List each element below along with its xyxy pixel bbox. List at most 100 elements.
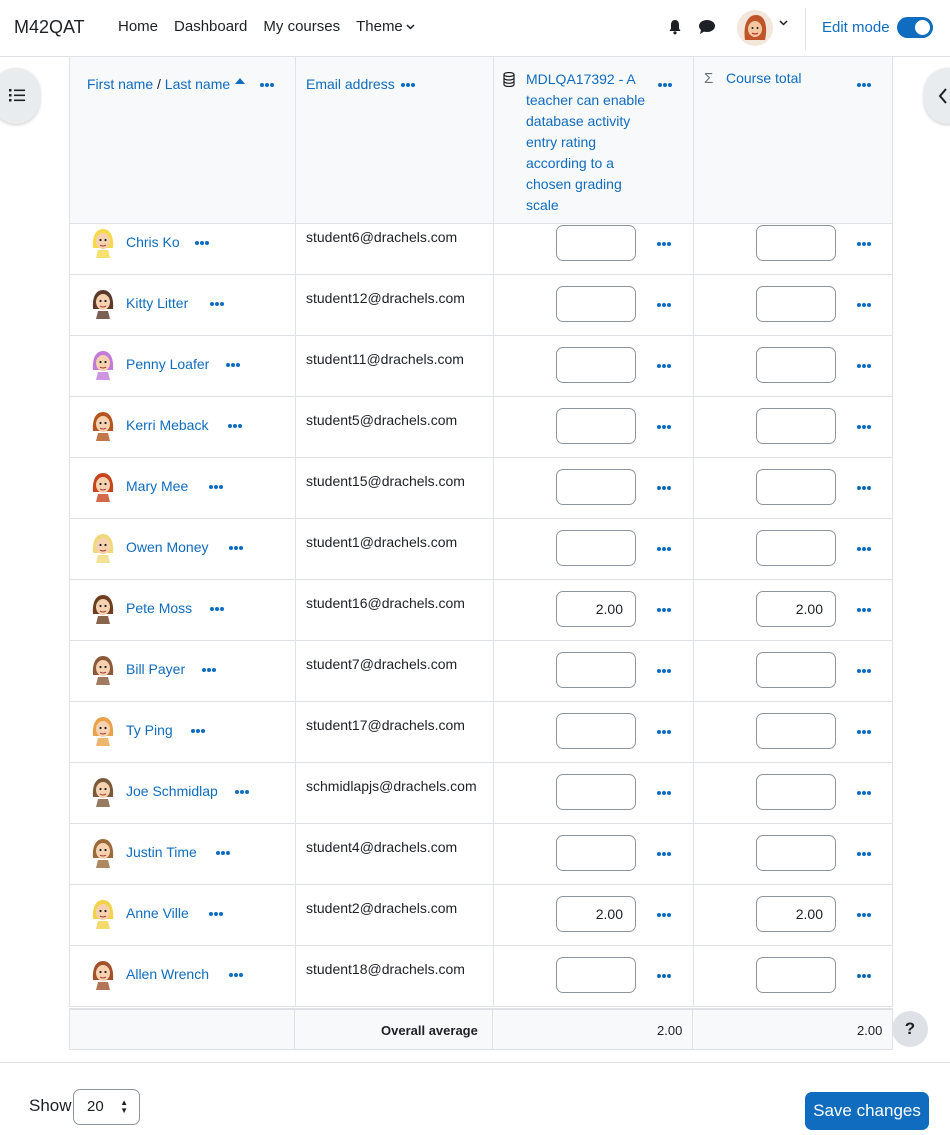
activity-grade-input[interactable] [556, 652, 636, 688]
course-total-actions-icon[interactable] [857, 791, 871, 795]
activity-grade-actions-icon[interactable] [657, 547, 671, 551]
activity-grade-input[interactable] [556, 469, 636, 505]
save-changes-button[interactable]: Save changes [805, 1092, 929, 1130]
student-actions-icon[interactable] [210, 302, 224, 306]
student-actions-icon[interactable] [210, 607, 224, 611]
course-total-grade-input[interactable] [756, 225, 836, 261]
student-actions-icon[interactable] [209, 485, 223, 489]
course-total-grade-input[interactable] [756, 957, 836, 993]
course-total-grade-input[interactable] [756, 774, 836, 810]
nav-my-courses[interactable]: My courses [263, 18, 340, 35]
course-total-grade-input[interactable] [756, 713, 836, 749]
course-total-actions-icon[interactable] [857, 547, 871, 551]
activity-grade-actions-icon[interactable] [657, 425, 671, 429]
activity-grade-input[interactable] [556, 408, 636, 444]
sort-first-name-link[interactable]: First name [87, 76, 153, 92]
course-total-actions-icon[interactable] [857, 608, 871, 612]
course-total-actions-icon[interactable] [857, 974, 871, 978]
name-column-actions-icon[interactable] [260, 83, 274, 87]
student-name-link[interactable]: Allen Wrench [126, 966, 209, 982]
student-name-link[interactable]: Anne Ville [126, 905, 189, 921]
course-total-grade-input[interactable] [756, 408, 836, 444]
edit-mode-toggle[interactable] [897, 17, 933, 38]
activity-grade-actions-icon[interactable] [657, 242, 671, 246]
course-total-actions-icon[interactable] [857, 913, 871, 917]
course-total-column-actions-icon[interactable] [857, 83, 871, 87]
activity-grade-actions-icon[interactable] [657, 974, 671, 978]
activity-grade-input[interactable] [556, 530, 636, 566]
activity-grade-input[interactable] [556, 835, 636, 871]
student-actions-icon[interactable] [229, 973, 243, 977]
course-total-actions-icon[interactable] [857, 669, 871, 673]
activity-grade-input[interactable] [556, 713, 636, 749]
student-name-link[interactable]: Ty Ping [126, 722, 173, 738]
activity-grade-input[interactable]: 2.00 [556, 591, 636, 627]
user-avatar[interactable] [737, 10, 773, 46]
activity-grade-actions-icon[interactable] [657, 669, 671, 673]
activity-grade-input[interactable] [556, 286, 636, 322]
activity-grade-input[interactable] [556, 347, 636, 383]
notifications-bell-icon[interactable] [667, 19, 683, 35]
course-total-grade-input[interactable]: 2.00 [756, 896, 836, 932]
course-index-drawer-toggle[interactable] [0, 68, 40, 124]
nav-theme-menu[interactable]: Theme [356, 18, 415, 35]
activity-grade-actions-icon[interactable] [657, 303, 671, 307]
per-page-select[interactable]: 20 ▲ ▼ [73, 1089, 140, 1125]
activity-grade-actions-icon[interactable] [657, 913, 671, 917]
student-actions-icon[interactable] [216, 851, 230, 855]
activity-grade-actions-icon[interactable] [657, 486, 671, 490]
activity-grade-actions-icon[interactable] [657, 791, 671, 795]
course-total-grade-input[interactable] [756, 347, 836, 383]
chevron-down-icon[interactable] [779, 20, 788, 26]
course-total-grade-input[interactable] [756, 530, 836, 566]
course-total-grade-input[interactable] [756, 469, 836, 505]
email-column-actions-icon[interactable] [401, 83, 415, 87]
course-total-actions-icon[interactable] [857, 242, 871, 246]
student-name-link[interactable]: Joe Schmidlap [126, 783, 218, 799]
student-name-link[interactable]: Pete Moss [126, 600, 192, 616]
nav-dashboard[interactable]: Dashboard [174, 18, 247, 35]
course-total-grade-input[interactable] [756, 652, 836, 688]
student-name-link[interactable]: Kerri Meback [126, 417, 208, 433]
activity-grade-actions-icon[interactable] [657, 852, 671, 856]
sort-email-link[interactable]: Email address [306, 76, 395, 92]
course-total-grade-input[interactable] [756, 286, 836, 322]
activity-column-link[interactable]: MDLQA17392 - A teacher can enable databa… [526, 69, 650, 216]
course-total-grade-input[interactable] [756, 835, 836, 871]
activity-grade-input[interactable] [556, 225, 636, 261]
student-name-link[interactable]: Kitty Litter [126, 295, 188, 311]
course-total-actions-icon[interactable] [857, 303, 871, 307]
student-actions-icon[interactable] [195, 241, 209, 245]
student-name-link[interactable]: Chris Ko [126, 234, 180, 250]
student-actions-icon[interactable] [229, 546, 243, 550]
activity-grade-actions-icon[interactable] [657, 730, 671, 734]
student-actions-icon[interactable] [228, 424, 242, 428]
activity-grade-input[interactable]: 2.00 [556, 896, 636, 932]
nav-home[interactable]: Home [118, 18, 158, 35]
course-total-actions-icon[interactable] [857, 852, 871, 856]
course-total-column-link[interactable]: Course total [726, 70, 801, 86]
activity-column-actions-icon[interactable] [658, 83, 672, 87]
activity-grade-input[interactable] [556, 957, 636, 993]
student-name-link[interactable]: Mary Mee [126, 478, 188, 494]
sort-last-name-link[interactable]: Last name [165, 76, 230, 92]
block-drawer-toggle[interactable] [924, 68, 950, 124]
activity-grade-input[interactable] [556, 774, 636, 810]
site-brand[interactable]: M42QAT [14, 17, 85, 38]
activity-grade-actions-icon[interactable] [657, 608, 671, 612]
student-name-link[interactable]: Bill Payer [126, 661, 185, 677]
course-total-actions-icon[interactable] [857, 364, 871, 368]
course-total-actions-icon[interactable] [857, 730, 871, 734]
messages-chat-icon[interactable] [698, 19, 716, 35]
student-name-link[interactable]: Justin Time [126, 844, 197, 860]
student-name-link[interactable]: Penny Loafer [126, 356, 209, 372]
course-total-grade-input[interactable]: 2.00 [756, 591, 836, 627]
help-button[interactable]: ? [892, 1011, 928, 1047]
course-total-actions-icon[interactable] [857, 486, 871, 490]
activity-grade-actions-icon[interactable] [657, 364, 671, 368]
student-actions-icon[interactable] [226, 363, 240, 367]
student-actions-icon[interactable] [191, 729, 205, 733]
student-name-link[interactable]: Owen Money [126, 539, 208, 555]
course-total-actions-icon[interactable] [857, 425, 871, 429]
student-actions-icon[interactable] [202, 668, 216, 672]
